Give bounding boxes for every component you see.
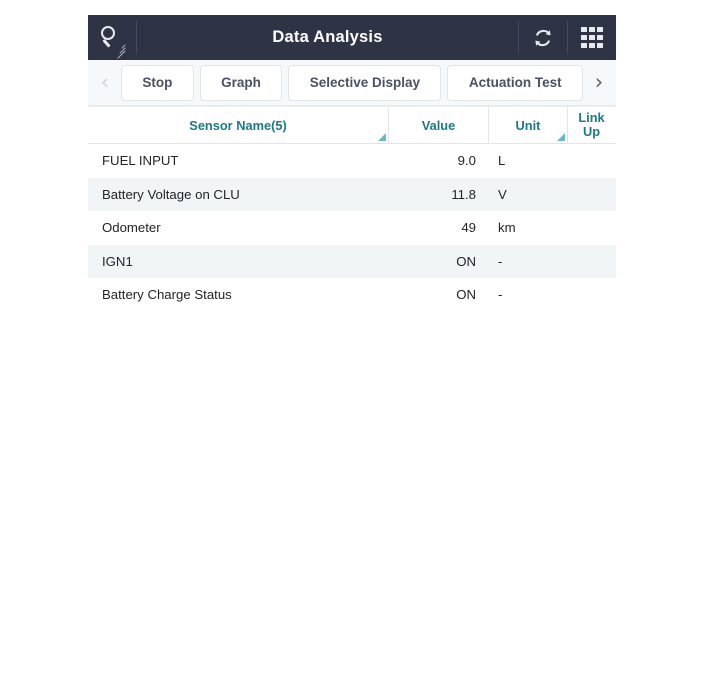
- column-header-sensor-name[interactable]: Sensor Name(5): [88, 107, 388, 143]
- cell-sensor-name: IGN1: [102, 253, 133, 269]
- table-row[interactable]: FUEL INPUT 9.0 L: [88, 144, 616, 178]
- table-header-row: Sensor Name(5) Value Unit Link Up: [88, 106, 616, 144]
- column-resize-handle-sensor-name[interactable]: [378, 133, 386, 141]
- table-row[interactable]: Battery Voltage on CLU 11.8 V: [88, 177, 616, 211]
- toolbar-next-button[interactable]: ›: [586, 72, 612, 93]
- cell-sensor-name: Battery Charge Status: [102, 287, 232, 303]
- grid-icon: [581, 26, 603, 49]
- column-header-link-up[interactable]: Link Up: [567, 107, 615, 143]
- column-resize-handle-unit[interactable]: [557, 133, 565, 141]
- column-header-unit[interactable]: Unit: [488, 107, 567, 143]
- column-header-value[interactable]: Value: [388, 107, 488, 143]
- selective-display-button[interactable]: Selective Display: [288, 64, 442, 101]
- titlebar: Data Analysis: [88, 15, 616, 60]
- graph-button[interactable]: Graph: [199, 64, 283, 101]
- cell-unit: -: [498, 287, 503, 303]
- refresh-button[interactable]: [519, 15, 567, 60]
- search-button[interactable]: [88, 15, 136, 60]
- column-header-link-up-label: Link Up: [578, 109, 605, 140]
- cell-sensor-name: FUEL INPUT: [102, 153, 179, 169]
- cell-unit: km: [498, 220, 516, 236]
- actuation-test-button[interactable]: Actuation Test: [447, 64, 583, 101]
- cell-value: 49: [461, 220, 476, 236]
- column-header-sensor-name-label: Sensor Name(5): [189, 117, 287, 133]
- table-row[interactable]: IGN1 ON -: [88, 244, 616, 278]
- action-toolbar: ‹ Stop Graph Selective Display Actuation…: [88, 60, 616, 106]
- cell-unit: L: [498, 153, 506, 169]
- column-header-value-label: Value: [421, 117, 456, 133]
- cell-value: ON: [456, 253, 476, 269]
- table-row[interactable]: Odometer 49 km: [88, 211, 616, 245]
- sensor-data-table: Sensor Name(5) Value Unit Link Up FUEL I…: [88, 106, 616, 312]
- table-row[interactable]: Battery Charge Status ON -: [88, 278, 616, 312]
- link-up-line-1: Link: [578, 109, 605, 125]
- cell-unit: V: [498, 186, 507, 202]
- cell-value: ON: [456, 287, 476, 303]
- stop-button[interactable]: Stop: [121, 64, 194, 101]
- toolbar-button-group: Stop Graph Selective Display Actuation T…: [118, 64, 586, 101]
- cell-unit: -: [498, 253, 503, 269]
- column-header-unit-label: Unit: [515, 117, 541, 133]
- cell-sensor-name: Odometer: [102, 220, 161, 236]
- titlebar-actions: [518, 15, 616, 60]
- search-icon: [99, 25, 126, 60]
- apps-grid-button[interactable]: [568, 15, 616, 60]
- cell-sensor-name: Battery Voltage on CLU: [102, 186, 240, 202]
- toolbar-prev-button[interactable]: ‹: [92, 72, 118, 93]
- link-up-line-2: Up: [582, 124, 601, 139]
- refresh-icon: [535, 29, 551, 46]
- data-analysis-app: Data Analysis ‹ Stop Graph Selective Dis…: [88, 15, 616, 313]
- cell-value: 11.8: [451, 186, 476, 202]
- page-title: Data Analysis: [272, 28, 383, 46]
- cell-value: 9.0: [457, 153, 476, 169]
